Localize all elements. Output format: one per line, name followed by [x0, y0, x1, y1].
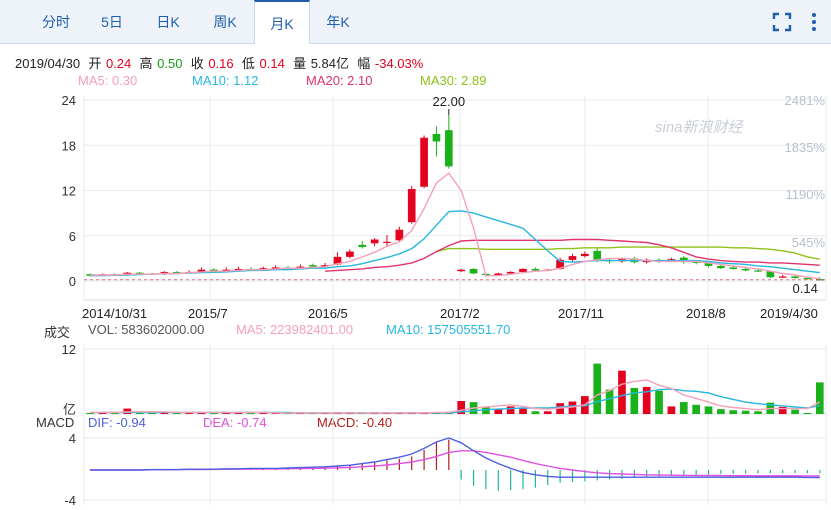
candle-up	[519, 268, 527, 272]
volume-bar	[717, 409, 725, 414]
x-axis-label: 2014/10/31	[82, 306, 147, 321]
candle-down	[531, 268, 540, 271]
price-y-tick: 0	[69, 274, 76, 289]
x-axis-label: 2016/5	[308, 306, 348, 321]
candle-up	[581, 253, 589, 257]
pct-y-tick: 545%	[792, 235, 826, 250]
price-y-tick: 24	[62, 93, 76, 108]
high-value-label: 22.00	[433, 94, 466, 109]
candle-down	[717, 265, 725, 269]
volume-bar	[655, 390, 663, 414]
volume-bar	[531, 411, 540, 414]
volume-bar	[605, 389, 614, 414]
volume-bar	[618, 370, 626, 414]
low-value-label: 0.14	[793, 281, 818, 296]
volume-bar	[791, 409, 799, 414]
dea-line	[90, 450, 820, 477]
volume-bar	[679, 402, 688, 414]
volume-bar	[803, 412, 812, 414]
vol-y-unit: 亿	[63, 402, 76, 417]
pct-y-tick: 2481%	[785, 93, 826, 108]
volume-bar	[754, 411, 762, 414]
x-axis-label: 2017/11	[558, 306, 604, 321]
x-axis-label: 2017/2	[440, 306, 480, 321]
candle-up	[457, 269, 466, 272]
x-axis-label: 2019/4/30	[760, 306, 818, 321]
volume-bar	[741, 410, 750, 414]
price-y-tick: 18	[62, 138, 76, 153]
candle-up	[370, 239, 379, 244]
macd-y-bottom: -4	[64, 493, 76, 508]
ma5-line	[90, 172, 820, 280]
candle-up	[407, 188, 416, 223]
candle-down	[729, 267, 738, 269]
ma30-line	[436, 246, 820, 260]
candle-down	[469, 268, 478, 274]
price-y-tick: 6	[69, 229, 76, 244]
candle-up	[420, 137, 428, 187]
volume-bar	[704, 406, 713, 414]
candle-down	[358, 244, 367, 248]
volume-bar	[667, 406, 676, 414]
candle-up	[346, 251, 354, 257]
pct-y-tick: 1835%	[785, 140, 826, 155]
volume-bar	[692, 404, 700, 414]
volume-bar	[630, 388, 639, 414]
candle-up	[568, 256, 577, 260]
candle-down	[754, 270, 762, 272]
candle-down	[741, 268, 750, 271]
candle-up	[778, 276, 787, 278]
volume-bar	[729, 410, 738, 414]
candle-down	[308, 265, 317, 267]
candle-down	[432, 133, 441, 142]
x-axis-label: 2018/8	[686, 306, 726, 321]
volume-bar	[815, 382, 824, 414]
volume-bar	[543, 411, 552, 414]
x-axis-label: 2015/7	[188, 306, 228, 321]
volume-bar	[519, 408, 527, 414]
price-y-tick: 12	[62, 184, 76, 199]
macd-y-top: 4	[69, 431, 76, 446]
candle-down	[791, 276, 799, 278]
volume-bar	[506, 406, 515, 414]
vol-y-top: 12	[62, 342, 76, 357]
candle-down	[444, 130, 453, 167]
dif-line	[90, 437, 820, 479]
volume-bar	[593, 363, 602, 414]
watermark-logo: sina新浪财经	[655, 119, 745, 136]
candle-up	[383, 241, 391, 243]
stock-chart[interactable]: 24 18 12 6 0 2481% 1835% 1190% 545% 2014/10/31 201…	[0, 0, 831, 510]
pct-y-tick: 1190%	[785, 187, 825, 202]
